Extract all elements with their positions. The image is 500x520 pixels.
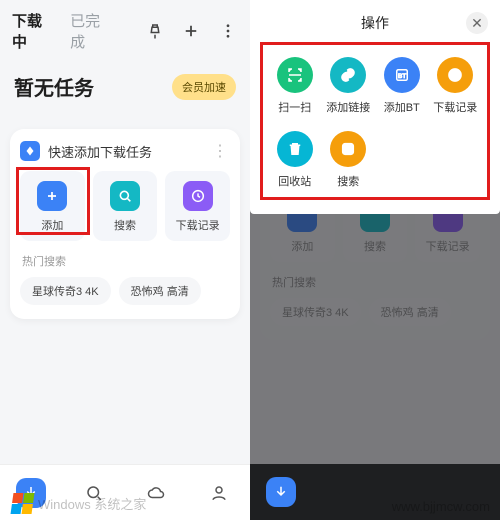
tile-add-label: 添加: [41, 217, 63, 233]
trash-icon: [277, 131, 313, 167]
tile-add[interactable]: 添加: [20, 171, 85, 241]
op-link[interactable]: 添加链接: [323, 51, 375, 121]
tab-downloading[interactable]: 下载中: [12, 10, 54, 52]
svg-text:BT: BT: [398, 74, 406, 80]
pane-left: 下载中 已完成 暂无任务 会员加速 快速添加下载任务 ⋮ 添加: [0, 0, 250, 520]
op-label: 搜索: [337, 173, 359, 189]
more-icon[interactable]: [217, 20, 238, 42]
watermark-right: www.bjjmcw.com: [392, 499, 490, 514]
pin-icon[interactable]: [144, 20, 165, 42]
op-label: 回收站: [278, 173, 311, 189]
quick-tile-row: 添加 搜索 下载记录: [20, 171, 230, 241]
op-history[interactable]: 下载记录: [430, 51, 482, 121]
vip-accel-badge[interactable]: 会员加速: [172, 74, 236, 100]
op-search[interactable]: 搜索: [323, 125, 375, 195]
hot-chip-row: 星球传奇3 4K 恐怖鸡 高清: [20, 277, 230, 305]
sheet-title: 操作: [361, 13, 389, 33]
clock-icon: [437, 57, 473, 93]
app-logo-icon: [20, 141, 40, 161]
bt-icon: BT: [384, 57, 420, 93]
tab-done[interactable]: 已完成: [70, 10, 112, 52]
watermark-left: Windows 系统之家: [12, 493, 146, 514]
op-label: 下载记录: [433, 99, 477, 115]
magnifier-icon: [110, 181, 140, 211]
op-bt[interactable]: BT 添加BT: [376, 51, 428, 121]
op-label: 添加链接: [326, 99, 370, 115]
pane-right: 添加 搜索 下载记录 热门搜索 星球传奇3 4K恐怖鸡 高清 操作 ✕ 扫一扫: [250, 0, 500, 520]
tile-history-label: 下载记录: [176, 217, 220, 233]
hot-chip[interactable]: 恐怖鸡 高清: [119, 277, 201, 305]
op-trash[interactable]: 回收站: [269, 125, 321, 195]
header: 下载中 已完成: [0, 0, 250, 58]
split-screenshot: 下载中 已完成 暂无任务 会员加速 快速添加下载任务 ⋮ 添加: [0, 0, 500, 520]
plus-icon[interactable]: [181, 20, 202, 42]
search-plus-icon: [330, 131, 366, 167]
close-icon[interactable]: ✕: [466, 12, 488, 34]
quick-add-title: 快速添加下载任务: [48, 142, 152, 161]
hot-chip[interactable]: 星球传奇3 4K: [20, 277, 111, 305]
windows-logo-icon: [11, 493, 35, 514]
empty-state-row: 暂无任务 会员加速: [0, 58, 250, 111]
history-icon: [183, 181, 213, 211]
nav-profile[interactable]: [204, 478, 234, 508]
op-scan[interactable]: 扫一扫: [269, 51, 321, 121]
tile-history[interactable]: 下载记录: [165, 171, 230, 241]
scan-icon: [277, 57, 313, 93]
operations-sheet: 操作 ✕ 扫一扫 添加链接 BT 添加BT 下载记录: [250, 0, 500, 214]
operations-grid: 扫一扫 添加链接 BT 添加BT 下载记录 回收站: [260, 42, 490, 200]
plus-square-icon: [37, 181, 67, 211]
tile-search-label: 搜索: [114, 217, 136, 233]
op-label: 添加BT: [384, 99, 420, 115]
nav-home[interactable]: [266, 477, 296, 507]
card-more-icon[interactable]: ⋮: [212, 141, 230, 161]
hot-search-label: 热门搜索: [22, 253, 228, 269]
quick-add-card: 快速添加下载任务 ⋮ 添加 搜索 下载记录 热门搜索: [10, 129, 240, 319]
empty-state-title: 暂无任务: [14, 72, 94, 101]
op-label: 扫一扫: [278, 99, 311, 115]
tile-search[interactable]: 搜索: [93, 171, 158, 241]
link-icon: [330, 57, 366, 93]
